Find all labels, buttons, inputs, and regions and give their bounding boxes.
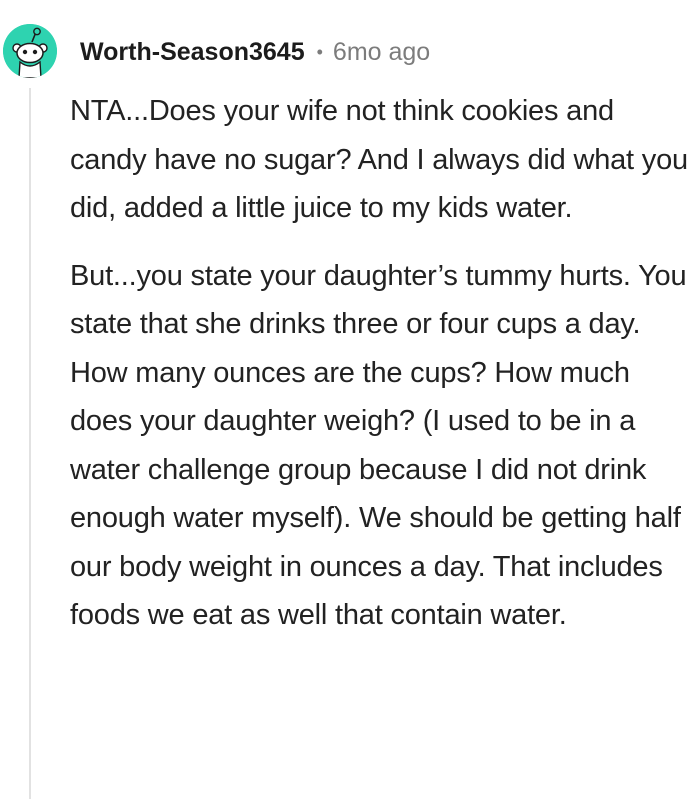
thread-line[interactable] <box>29 88 31 799</box>
comment-header: Worth-Season3645 • 6mo ago <box>80 32 430 72</box>
comment-body: NTA...Does your wife not think cookies a… <box>70 87 695 659</box>
comment-paragraph: NTA...Does your wife not think cookies a… <box>70 95 688 224</box>
separator-dot: • <box>316 41 323 62</box>
comment-paragraph: But...you state your daughter’s tummy hu… <box>70 259 687 632</box>
timestamp: 6mo ago <box>332 37 431 66</box>
avatar[interactable] <box>3 24 57 78</box>
snoo-avatar-icon <box>3 24 57 78</box>
username[interactable]: Worth-Season3645 <box>80 38 305 67</box>
comment: Worth-Season3645 • 6mo ago NTA...Does yo… <box>0 0 700 799</box>
